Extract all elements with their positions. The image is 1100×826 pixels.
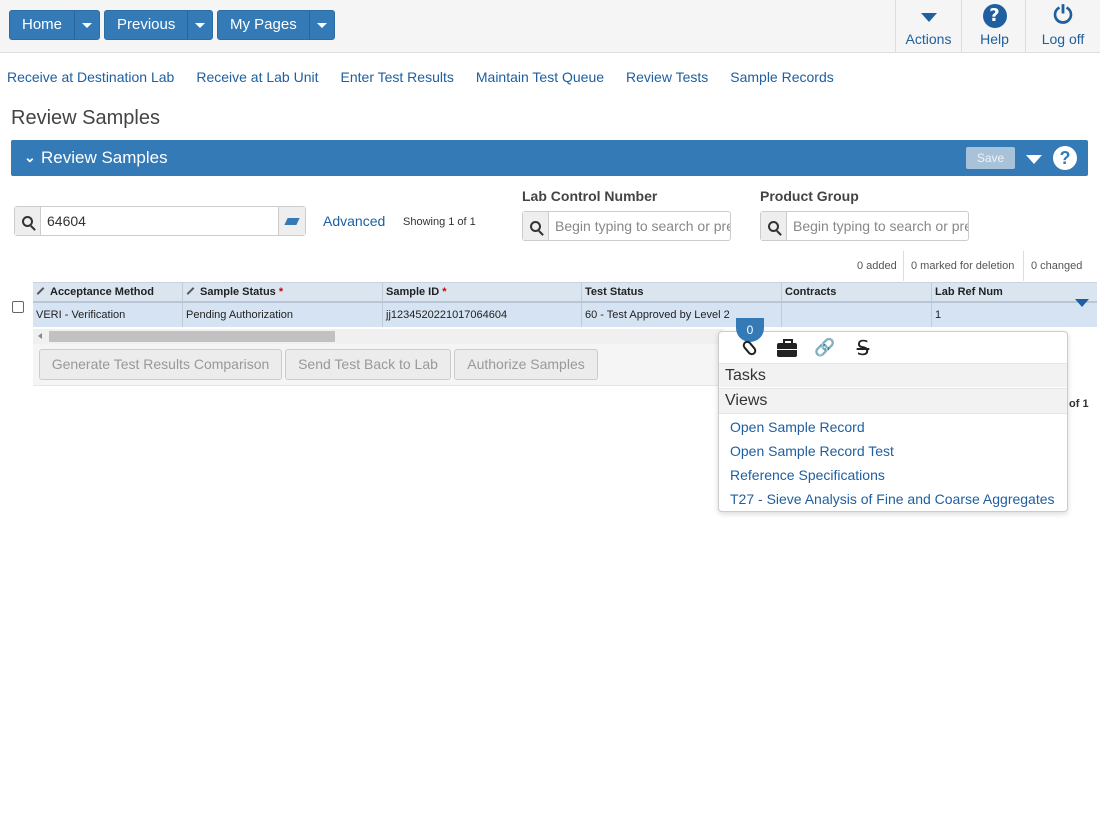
column-lab-ref-num[interactable]: Lab Ref Num bbox=[932, 283, 1097, 301]
clear-search-button[interactable] bbox=[278, 207, 305, 235]
cell-contracts[interactable] bbox=[782, 303, 932, 327]
top-toolbar: Home Previous My Pages Actions ? Help ⏻ … bbox=[0, 0, 1100, 53]
attachment-button[interactable] bbox=[730, 338, 768, 358]
added-count: 0 added bbox=[857, 260, 897, 272]
eraser-icon bbox=[284, 217, 300, 225]
chevron-down-icon[interactable]: ⌄ bbox=[24, 149, 36, 166]
link-enter-test-results[interactable]: Enter Test Results bbox=[341, 69, 454, 85]
logoff-label: Log off bbox=[1041, 31, 1085, 47]
reference-specifications-link[interactable]: Reference Specifications bbox=[730, 467, 885, 483]
authorize-samples-button[interactable]: Authorize Samples bbox=[454, 349, 598, 380]
product-group-placeholder[interactable]: Begin typing to search or press bbox=[787, 212, 968, 240]
home-button[interactable]: Home bbox=[10, 11, 76, 39]
previous-button[interactable]: Previous bbox=[105, 11, 189, 39]
page-title: Review Samples bbox=[11, 107, 160, 129]
cell-lab-ref-num[interactable]: 1 bbox=[932, 303, 1097, 327]
cell-sample-status[interactable]: Pending Authorization bbox=[183, 303, 383, 327]
scrollbar-thumb[interactable] bbox=[49, 331, 335, 342]
pager-text: of 1 bbox=[1069, 398, 1089, 410]
product-group-label: Product Group bbox=[760, 188, 859, 204]
pencil-icon bbox=[186, 287, 195, 295]
generate-comparison-button[interactable]: Generate Test Results Comparison bbox=[39, 349, 282, 380]
chevron-down-icon bbox=[82, 22, 93, 28]
deleted-count: 0 marked for deletion bbox=[903, 251, 1021, 281]
briefcase-icon bbox=[777, 339, 797, 357]
search-icon-button[interactable] bbox=[15, 207, 41, 235]
chevron-down-icon bbox=[316, 22, 327, 28]
send-back-button[interactable]: Send Test Back to Lab bbox=[285, 349, 451, 380]
link-receive-lab-unit[interactable]: Receive at Lab Unit bbox=[196, 69, 318, 85]
advanced-search-link[interactable]: Advanced bbox=[323, 213, 385, 229]
help-button[interactable]: ? Help bbox=[961, 0, 1027, 53]
strikethrough-button[interactable]: S bbox=[844, 336, 882, 360]
actions-label: Actions bbox=[905, 31, 952, 47]
search-icon-button[interactable] bbox=[523, 212, 549, 240]
popup-views-header: Views bbox=[719, 388, 1067, 414]
showing-count: Showing 1 of 1 bbox=[403, 216, 476, 228]
link-receive-destination-lab[interactable]: Receive at Destination Lab bbox=[7, 69, 174, 85]
help-label: Help bbox=[980, 31, 1009, 47]
search-icon-button[interactable] bbox=[761, 212, 787, 240]
horizontal-scrollbar[interactable] bbox=[33, 329, 723, 344]
required-asterisk: * bbox=[442, 286, 447, 298]
scroll-left-icon[interactable] bbox=[38, 333, 42, 339]
t27-sieve-analysis-link[interactable]: T27 - Sieve Analysis of Fine and Coarse … bbox=[730, 491, 1055, 507]
mypages-dropdown-button[interactable] bbox=[310, 11, 334, 39]
search-icon bbox=[530, 220, 541, 232]
product-group-input[interactable]: Begin typing to search or press bbox=[760, 211, 969, 241]
chevron-down-icon bbox=[195, 22, 206, 28]
link-maintain-test-queue[interactable]: Maintain Test Queue bbox=[476, 69, 604, 85]
column-sample-id[interactable]: Sample ID * bbox=[383, 283, 582, 301]
sample-search-input[interactable]: 64604 bbox=[14, 206, 306, 236]
lab-control-label: Lab Control Number bbox=[522, 188, 658, 204]
panel-menu-caret-icon[interactable] bbox=[1026, 155, 1042, 164]
row-actions-caret-icon[interactable] bbox=[1075, 299, 1089, 307]
strikethrough-icon: S bbox=[856, 336, 870, 360]
briefcase-button[interactable] bbox=[768, 339, 806, 357]
actions-button[interactable]: Actions bbox=[895, 0, 961, 53]
select-all-checkbox[interactable] bbox=[12, 301, 24, 313]
previous-split-button[interactable]: Previous bbox=[104, 10, 214, 40]
quick-links: Receive at Destination Lab Receive at Lab… bbox=[7, 69, 856, 85]
search-icon bbox=[768, 220, 779, 232]
home-split-button[interactable]: Home bbox=[9, 10, 101, 40]
home-dropdown-button[interactable] bbox=[75, 11, 99, 39]
link-review-tests[interactable]: Review Tests bbox=[626, 69, 708, 85]
panel-header[interactable]: ⌄ Review Samples Save ? bbox=[11, 140, 1088, 176]
column-contracts[interactable]: Contracts bbox=[782, 283, 932, 301]
changed-count: 0 changed bbox=[1023, 251, 1089, 281]
help-icon: ? bbox=[982, 4, 1007, 28]
link-button[interactable]: 🔗 bbox=[806, 338, 844, 358]
cell-acceptance-method[interactable]: VERI - Verification bbox=[33, 303, 183, 327]
open-sample-record-link[interactable]: Open Sample Record bbox=[730, 419, 865, 435]
column-acceptance-method[interactable]: Acceptance Method bbox=[33, 283, 183, 301]
popup-tasks-header: Tasks bbox=[719, 363, 1067, 387]
mypages-split-button[interactable]: My Pages bbox=[217, 10, 335, 40]
cell-sample-id-link[interactable]: jj1234520221017064604 bbox=[383, 303, 582, 327]
previous-dropdown-button[interactable] bbox=[188, 11, 212, 39]
mypages-button[interactable]: My Pages bbox=[218, 11, 310, 39]
pencil-icon bbox=[36, 287, 45, 295]
link-icon: 🔗 bbox=[814, 338, 836, 357]
paperclip-icon bbox=[740, 338, 758, 358]
panel-help-icon[interactable]: ? bbox=[1053, 146, 1077, 170]
link-sample-records[interactable]: Sample Records bbox=[730, 69, 834, 85]
save-button[interactable]: Save bbox=[966, 147, 1015, 169]
column-test-status[interactable]: Test Status bbox=[582, 283, 782, 301]
search-value[interactable]: 64604 bbox=[41, 207, 278, 235]
required-asterisk: * bbox=[278, 286, 284, 298]
table-row[interactable]: VERI - Verification Pending Authorizatio… bbox=[33, 303, 1097, 327]
search-icon bbox=[22, 215, 33, 227]
popup-icon-bar: 🔗 S bbox=[730, 336, 882, 360]
lab-control-input[interactable]: Begin typing to search or press bbox=[522, 211, 731, 241]
logoff-button[interactable]: ⏻ Log off bbox=[1025, 0, 1100, 53]
grid-header: Acceptance Method Sample Status * Sample … bbox=[33, 282, 1097, 303]
lab-control-placeholder[interactable]: Begin typing to search or press bbox=[549, 212, 730, 240]
open-sample-record-test-link[interactable]: Open Sample Record Test bbox=[730, 443, 894, 459]
power-icon: ⏻ bbox=[1053, 1, 1073, 29]
caret-down-icon bbox=[920, 13, 937, 22]
panel-title[interactable]: Review Samples bbox=[41, 148, 168, 168]
column-sample-status[interactable]: Sample Status * bbox=[183, 283, 383, 301]
